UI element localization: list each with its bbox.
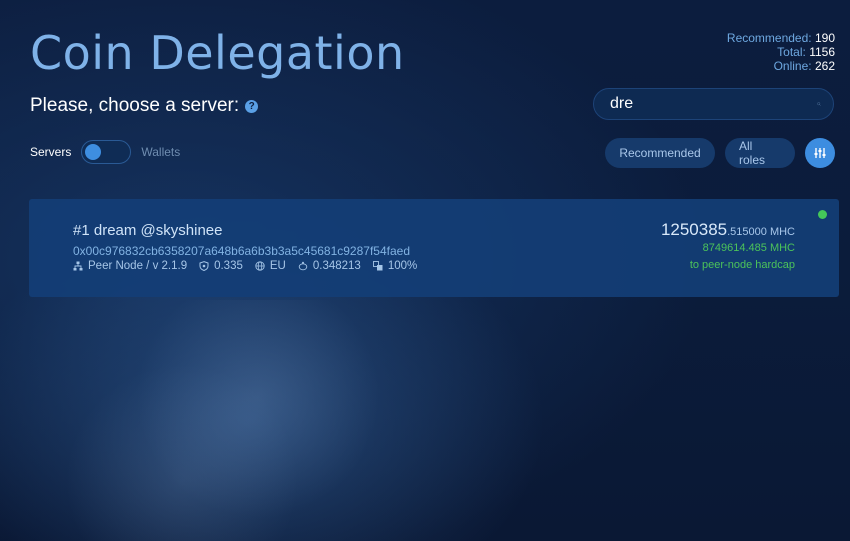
remaining-label: to peer-node hardcap (689, 259, 795, 271)
page-title: Coin Delegation (30, 26, 405, 80)
search-icon[interactable] (817, 97, 821, 111)
online-status-dot (818, 210, 827, 219)
server-address: 0x00c976832cb6358207a648b6a6b3b3a5c45681… (73, 244, 410, 258)
trust-value: 0.335 (199, 260, 243, 272)
stat-recommended: Recommended: 190 (726, 31, 835, 45)
shield-icon (199, 261, 209, 271)
servers-wallets-switch: Servers Wallets (30, 140, 180, 164)
rate-value: 0.348213 (298, 260, 361, 272)
all-roles-filter-button[interactable]: All roles (725, 138, 795, 168)
server-stats: Recommended: 190 Total: 1156 Online: 262 (727, 31, 835, 73)
remaining-amount: 8749614.485 MHC (702, 242, 795, 254)
globe-icon (255, 261, 265, 271)
toggle-label-servers[interactable]: Servers (30, 145, 71, 159)
sliders-icon (814, 148, 826, 158)
delegated-amount: 1250385.515000 MHC (660, 220, 795, 239)
help-icon[interactable]: ? (245, 99, 259, 113)
server-card[interactable]: #1 dream @skyshinee 0x00c976832cb6358207… (29, 199, 839, 297)
region: EU (255, 260, 286, 272)
servers-wallets-toggle[interactable] (81, 140, 132, 164)
network-icon (73, 261, 83, 271)
search-input[interactable] (610, 95, 817, 113)
recommended-filter-button[interactable]: Recommended (605, 138, 715, 168)
toggle-label-wallets[interactable]: Wallets (141, 145, 180, 159)
choose-server-heading: Please, choose a server: ? (30, 95, 259, 117)
node-type: Peer Node / v 2.1.9 (73, 260, 187, 272)
server-name: #1 dream @skyshinee (73, 222, 223, 239)
filter-settings-button[interactable] (805, 138, 835, 168)
stat-online: Online: 262 (773, 59, 835, 73)
piggy-bank-icon (298, 261, 308, 271)
background-globe (30, 300, 410, 541)
server-meta: Peer Node / v 2.1.9 0.335 EU 0.348213 10… (73, 260, 417, 272)
load-icon (372, 261, 383, 271)
toggle-knob (85, 144, 102, 160)
load-value: 100% (372, 260, 417, 272)
search-box[interactable] (593, 88, 834, 120)
stat-total: Total: 1156 (777, 45, 835, 59)
